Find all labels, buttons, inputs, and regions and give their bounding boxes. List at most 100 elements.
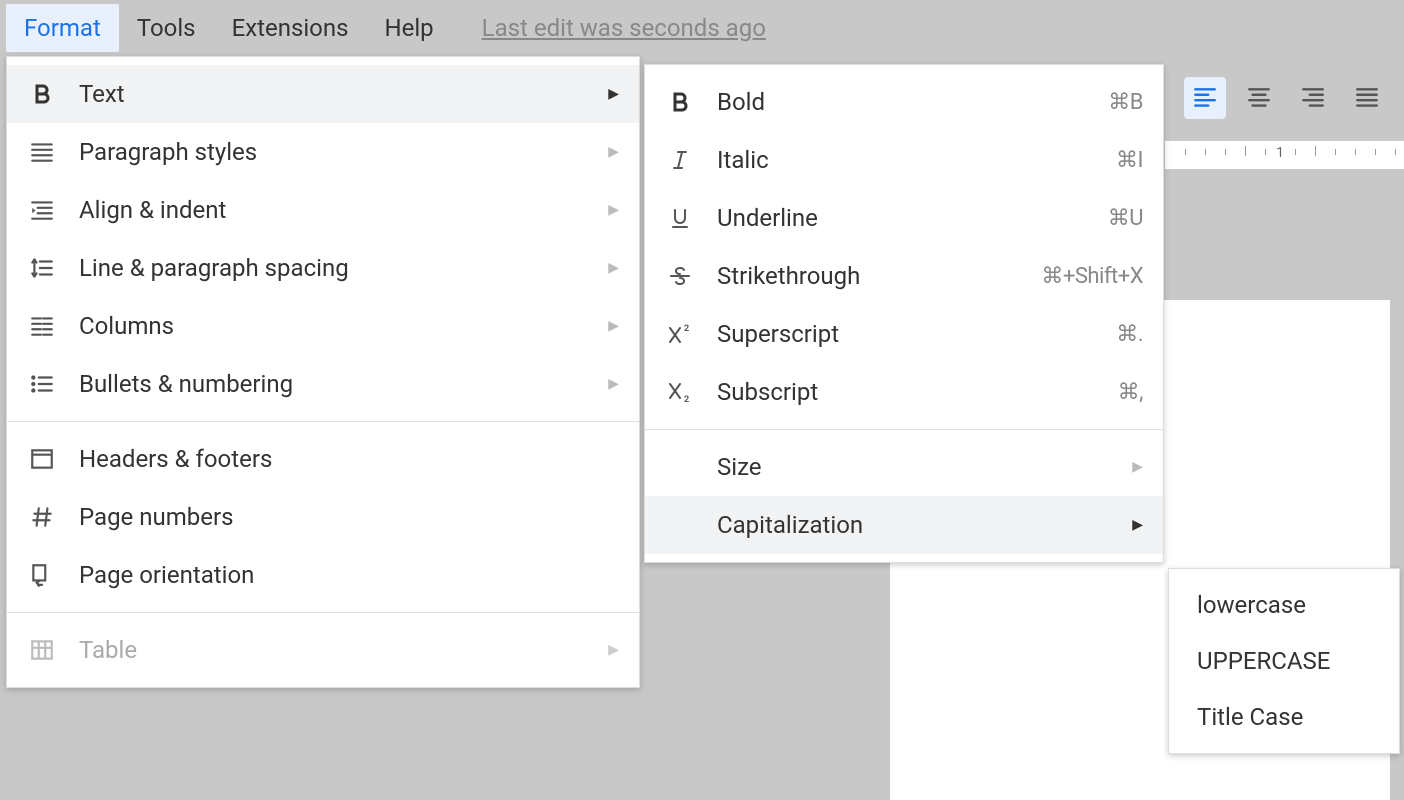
menu-divider — [7, 421, 639, 422]
menu-label: Extensions — [232, 14, 349, 42]
menu-tools[interactable]: Tools — [119, 4, 214, 52]
last-edit-text: Last edit was seconds ago — [482, 14, 766, 42]
bold-icon — [27, 79, 57, 109]
table-icon — [27, 635, 57, 665]
chevron-right-icon: ▶ — [608, 260, 619, 276]
menu-item-paragraph-styles[interactable]: Paragraph styles ▶ — [7, 123, 639, 181]
menu-item-label: UPPERCASE — [1197, 647, 1371, 675]
bold-icon — [665, 87, 695, 117]
menu-item-strikethrough[interactable]: Strikethrough ⌘+Shift+X — [645, 247, 1163, 305]
menu-item-label: Size — [717, 453, 1102, 481]
capitalization-submenu: lowercase UPPERCASE Title Case — [1168, 568, 1400, 754]
menu-item-capitalization[interactable]: Capitalization ▶ — [645, 496, 1163, 554]
menu-item-label: Subscript — [717, 378, 1078, 406]
menu-item-bold[interactable]: Bold ⌘B — [645, 73, 1163, 131]
page-orientation-icon — [27, 560, 57, 590]
menu-item-label: Superscript — [717, 320, 1076, 348]
italic-icon — [665, 145, 695, 175]
headers-footers-icon — [27, 444, 57, 474]
menu-format[interactable]: Format — [6, 4, 119, 52]
menu-item-page-numbers[interactable]: Page numbers — [7, 488, 639, 546]
menu-item-label: Strikethrough — [717, 262, 1001, 290]
chevron-right-icon: ▶ — [608, 376, 619, 392]
menu-divider — [645, 429, 1163, 430]
svg-text:2: 2 — [684, 324, 689, 334]
menu-item-size[interactable]: Size ▶ — [645, 438, 1163, 496]
menu-item-label: Title Case — [1197, 703, 1371, 731]
line-spacing-icon — [27, 253, 57, 283]
menu-item-table: Table ▶ — [7, 621, 639, 679]
menu-item-label: lowercase — [1197, 591, 1371, 619]
menu-item-label: Italic — [717, 146, 1076, 174]
text-submenu: Bold ⌘B Italic ⌘I Underline ⌘U Strikethr… — [644, 64, 1164, 563]
menu-item-shortcut: ⌘B — [1108, 90, 1143, 115]
chevron-right-icon: ▶ — [608, 144, 619, 160]
menu-divider — [7, 612, 639, 613]
menu-item-label: Bullets & numbering — [79, 370, 578, 398]
chevron-right-icon: ▶ — [608, 642, 619, 658]
align-center-button[interactable] — [1238, 77, 1280, 119]
menu-item-underline[interactable]: Underline ⌘U — [645, 189, 1163, 247]
format-menu: Text ▶ Paragraph styles ▶ Align & indent… — [6, 56, 640, 688]
subscript-icon: 2 — [665, 377, 695, 407]
menu-item-shortcut: ⌘U — [1108, 206, 1143, 231]
menu-item-bullets-numbering[interactable]: Bullets & numbering ▶ — [7, 355, 639, 413]
menu-item-uppercase[interactable]: UPPERCASE — [1169, 633, 1399, 689]
align-center-icon — [1246, 85, 1272, 111]
menu-item-page-orientation[interactable]: Page orientation — [7, 546, 639, 604]
chevron-right-icon: ▶ — [608, 318, 619, 334]
align-right-button[interactable] — [1292, 77, 1334, 119]
menu-item-label: Headers & footers — [79, 445, 619, 473]
menu-item-lowercase[interactable]: lowercase — [1169, 577, 1399, 633]
menu-item-label: Page numbers — [79, 503, 619, 531]
menu-item-label: Page orientation — [79, 561, 619, 589]
align-right-icon — [1300, 85, 1326, 111]
menu-item-shortcut: ⌘, — [1118, 380, 1143, 405]
align-justify-button[interactable] — [1346, 77, 1388, 119]
menubar: Format Tools Extensions Help Last edit w… — [0, 0, 1404, 56]
menu-item-shortcut: ⌘+Shift+X — [1041, 264, 1143, 289]
menu-item-text[interactable]: Text ▶ — [7, 65, 639, 123]
menu-item-title-case[interactable]: Title Case — [1169, 689, 1399, 745]
menu-help[interactable]: Help — [367, 4, 452, 52]
underline-icon — [665, 203, 695, 233]
align-left-icon — [1192, 85, 1218, 111]
bullets-icon — [27, 369, 57, 399]
menu-extensions[interactable]: Extensions — [214, 4, 367, 52]
menu-item-shortcut: ⌘I — [1116, 148, 1143, 173]
chevron-right-icon: ▶ — [608, 202, 619, 218]
menu-item-label: Align & indent — [79, 196, 578, 224]
svg-text:2: 2 — [684, 395, 689, 404]
menu-label: Help — [385, 14, 434, 42]
menu-item-label: Underline — [717, 204, 1068, 232]
page-numbers-icon — [27, 502, 57, 532]
blank-icon — [665, 452, 695, 482]
menu-item-label: Paragraph styles — [79, 138, 578, 166]
columns-icon — [27, 311, 57, 341]
ruler: 1 — [1165, 140, 1404, 170]
menu-item-superscript[interactable]: 2 Superscript ⌘. — [645, 305, 1163, 363]
menu-label: Format — [24, 14, 101, 42]
menu-item-columns[interactable]: Columns ▶ — [7, 297, 639, 355]
blank-icon — [665, 510, 695, 540]
last-edit-link[interactable]: Last edit was seconds ago — [482, 14, 766, 42]
strikethrough-icon — [665, 261, 695, 291]
align-indent-icon — [27, 195, 57, 225]
menu-item-label: Columns — [79, 312, 578, 340]
menu-item-align-indent[interactable]: Align & indent ▶ — [7, 181, 639, 239]
superscript-icon: 2 — [665, 319, 695, 349]
menu-item-subscript[interactable]: 2 Subscript ⌘, — [645, 363, 1163, 421]
menu-item-line-spacing[interactable]: Line & paragraph spacing ▶ — [7, 239, 639, 297]
chevron-right-icon: ▶ — [1132, 459, 1143, 475]
menu-item-label: Text — [79, 80, 578, 108]
chevron-right-icon: ▶ — [1132, 517, 1143, 533]
menu-item-italic[interactable]: Italic ⌘I — [645, 131, 1163, 189]
ruler-number: 1 — [1276, 145, 1284, 161]
align-justify-icon — [1354, 85, 1380, 111]
menu-item-label: Bold — [717, 88, 1068, 116]
align-left-button[interactable] — [1184, 77, 1226, 119]
menu-item-headers-footers[interactable]: Headers & footers — [7, 430, 639, 488]
menu-item-shortcut: ⌘. — [1116, 322, 1143, 347]
menu-label: Tools — [137, 14, 196, 42]
paragraph-styles-icon — [27, 137, 57, 167]
